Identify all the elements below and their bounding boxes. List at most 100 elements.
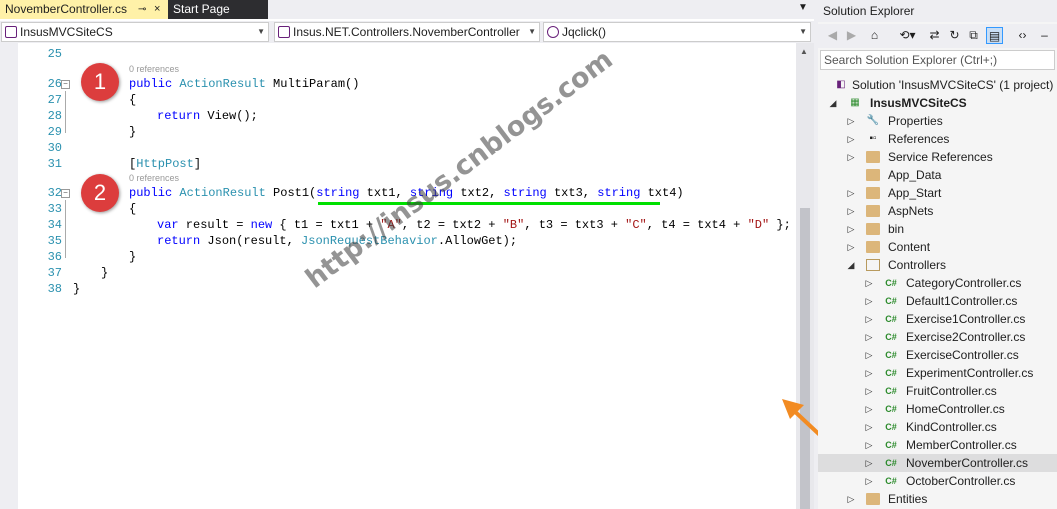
csharp-file-icon: C# (885, 296, 897, 306)
tree-item-file[interactable]: ▷ C# Default1Controller.cs (818, 292, 1057, 310)
code-line: var result = new { t1 = txt1 + "A", t2 =… (157, 218, 791, 232)
collapsed-arrow-icon[interactable]: ▷ (864, 400, 874, 418)
pending-changes-icon[interactable]: ⟲▾ (899, 27, 916, 44)
search-input[interactable]: Search Solution Explorer (Ctrl+;) (820, 50, 1055, 70)
string-literal: "C" (625, 218, 647, 232)
tree-item-app-start[interactable]: ▷ App_Start (818, 184, 1057, 202)
tree-item-file[interactable]: ▷ C# KindController.cs (818, 418, 1057, 436)
home-icon[interactable]: ⌂ (866, 27, 883, 44)
line-number: 31 (47, 157, 62, 171)
step-badge-2: 2 (81, 174, 119, 212)
member-dropdown[interactable]: Jqclick() ▼ (543, 22, 811, 42)
keyword: string (316, 186, 360, 200)
collapsed-arrow-icon[interactable]: ▷ (864, 472, 874, 490)
tree-item-file[interactable]: ▷ C# FruitController.cs (818, 382, 1057, 400)
line-number: 29 (47, 125, 62, 139)
collapsed-arrow-icon[interactable]: ▷ (846, 184, 856, 202)
tree-item-file[interactable]: ▷ C# HomeController.cs (818, 400, 1057, 418)
tree-item-service-references[interactable]: ▷ Service References (818, 148, 1057, 166)
collapsed-arrow-icon[interactable]: ▷ (846, 490, 856, 508)
tree-item-file[interactable]: ▷ C# MemberController.cs (818, 436, 1057, 454)
collapsed-arrow-icon[interactable]: ▷ (846, 202, 856, 220)
code-text: result = (178, 218, 251, 232)
tree-item-aspnets[interactable]: ▷ AspNets (818, 202, 1057, 220)
collapsed-arrow-icon[interactable]: ▷ (864, 328, 874, 346)
code-text: }; (769, 218, 791, 232)
folder-icon (866, 151, 880, 163)
expanded-arrow-icon[interactable]: ◢ (846, 256, 856, 274)
collapsed-arrow-icon[interactable]: ▷ (846, 130, 856, 148)
tree-item-file[interactable]: ▷ C# OctoberController.cs (818, 472, 1057, 490)
collapsed-arrow-icon[interactable]: ▷ (864, 364, 874, 382)
line-number: 37 (47, 266, 62, 280)
tree-item-bin[interactable]: ▷ bin (818, 220, 1057, 238)
string-literal: "B" (502, 218, 525, 232)
code-line: [HttpPost] (129, 157, 201, 171)
collapse-icon[interactable]: − (61, 80, 70, 89)
collapsed-arrow-icon[interactable]: ▷ (864, 454, 874, 472)
class-icon (278, 26, 290, 38)
pin-icon[interactable]: ⊸ (138, 0, 146, 19)
close-icon[interactable]: × (154, 0, 160, 19)
class-dropdown[interactable]: Insus.NET.Controllers.NovemberController… (274, 22, 540, 42)
scroll-up-icon[interactable]: ▲ (800, 47, 808, 56)
tree-item-file[interactable]: ▷ C# ExerciseController.cs (818, 346, 1057, 364)
code-line: { (129, 93, 137, 107)
tree-item-controllers[interactable]: ◢ Controllers (818, 256, 1057, 274)
codelens-references[interactable]: 0 references (129, 173, 179, 183)
editor-margin (0, 43, 18, 509)
references-icon: ▪▫ (869, 133, 877, 144)
more-icon[interactable]: – (1036, 27, 1053, 44)
collapsed-arrow-icon[interactable]: ▷ (864, 382, 874, 400)
tab-start-page[interactable]: Start Page (168, 0, 268, 19)
code-text: Json(result, (200, 234, 302, 248)
back-icon[interactable]: ◀ (824, 27, 841, 44)
collapsed-arrow-icon[interactable]: ▷ (846, 148, 856, 166)
collapsed-arrow-icon[interactable]: ▷ (864, 292, 874, 310)
tree-item-file[interactable]: ▷ C# CategoryController.cs (818, 274, 1057, 292)
collapsed-arrow-icon[interactable]: ▷ (864, 436, 874, 454)
show-all-files-icon[interactable]: ▤ (986, 27, 1003, 44)
collapsed-arrow-icon[interactable]: ▷ (846, 220, 856, 238)
forward-icon[interactable]: ▶ (843, 27, 860, 44)
collapsed-arrow-icon[interactable]: ▷ (864, 274, 874, 292)
view-code-icon[interactable]: ‹› (1014, 27, 1031, 44)
tree-item-project[interactable]: ◢ ▦ InsusMVCSiteCS (818, 94, 1057, 112)
code-text: ] (193, 157, 202, 171)
solution-tree[interactable]: ◧ Solution 'InsusMVCSiteCS' (1 project) … (818, 72, 1057, 509)
folder-icon (866, 205, 880, 217)
project-icon (5, 26, 17, 38)
code-editor[interactable]: NovemberController.cs ⊸ × Start Page ▼ I… (0, 0, 814, 509)
code-text: Post1( (265, 186, 317, 200)
project-dropdown[interactable]: InsusMVCSiteCS ▼ (1, 22, 269, 42)
collapsed-arrow-icon[interactable]: ▷ (864, 418, 874, 436)
csharp-file-icon: C# (885, 368, 897, 378)
tab-label: NovemberController.cs (5, 2, 128, 16)
collapse-all-icon[interactable]: ⧉ (965, 27, 982, 44)
tree-item-file[interactable]: ▷ C# ExperimentController.cs (818, 364, 1057, 382)
tree-item-properties[interactable]: ▷ 🔧 Properties (818, 112, 1057, 130)
tree-item-solution[interactable]: ◧ Solution 'InsusMVCSiteCS' (1 project) (818, 76, 1057, 94)
tree-item-file[interactable]: ▷ C# Exercise2Controller.cs (818, 328, 1057, 346)
tree-item-references[interactable]: ▷ ▪▫ References (818, 130, 1057, 148)
sync-icon[interactable]: ⇄ (926, 27, 943, 44)
keyword: var (157, 218, 179, 232)
codelens-references[interactable]: 0 references (129, 64, 179, 74)
collapse-icon[interactable]: − (61, 189, 70, 198)
collapsed-arrow-icon[interactable]: ▷ (846, 238, 856, 256)
tree-item-file-selected[interactable]: ▷ C# NovemberController.cs (818, 454, 1057, 472)
collapsed-arrow-icon[interactable]: ▷ (864, 310, 874, 328)
tree-item-file[interactable]: ▷ C# Exercise1Controller.cs (818, 310, 1057, 328)
expanded-arrow-icon[interactable]: ◢ (828, 94, 838, 112)
refresh-icon[interactable]: ↻ (946, 27, 963, 44)
tree-item-app-data[interactable]: App_Data (818, 166, 1057, 184)
string-literal: "D" (747, 218, 770, 232)
code-area[interactable]: 25 0 references 26 − public ActionResult… (18, 43, 796, 509)
tab-dropdown-icon[interactable]: ▼ (798, 2, 808, 13)
collapsed-arrow-icon[interactable]: ▷ (864, 346, 874, 364)
tab-novembercontroller[interactable]: NovemberController.cs ⊸ × (0, 0, 168, 19)
tree-item-entities[interactable]: ▷ Entities (818, 490, 1057, 508)
csharp-file-icon: C# (885, 422, 897, 432)
tree-item-content[interactable]: ▷ Content (818, 238, 1057, 256)
collapsed-arrow-icon[interactable]: ▷ (846, 112, 856, 130)
